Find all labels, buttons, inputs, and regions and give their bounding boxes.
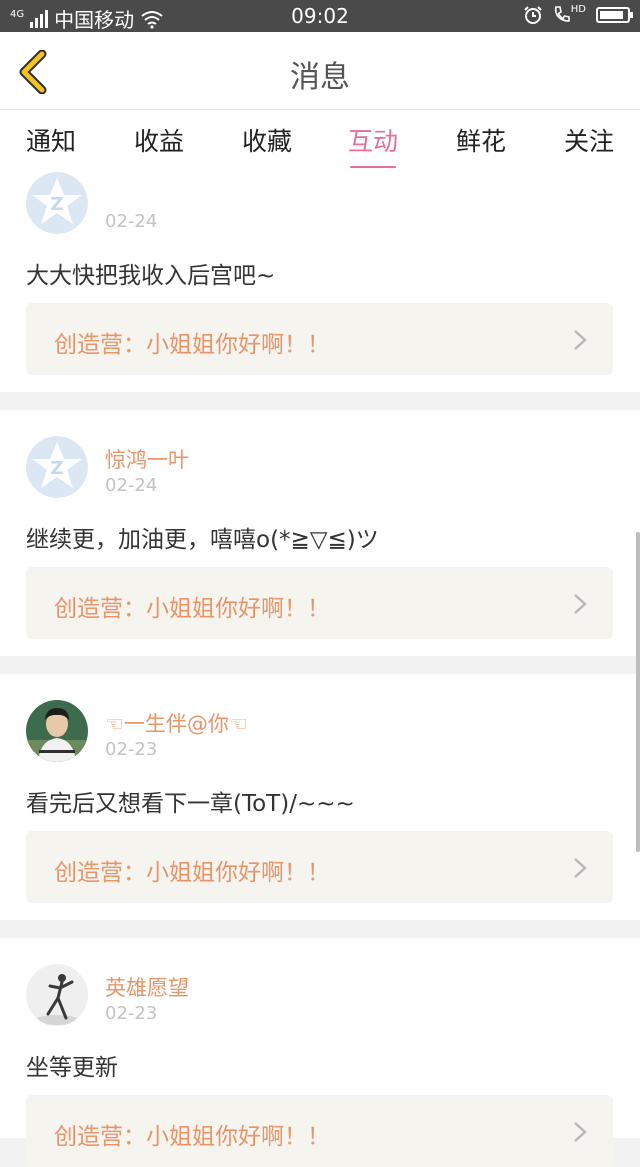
avatar[interactable]	[26, 700, 88, 762]
tab-favorites[interactable]: 收藏	[242, 122, 292, 158]
tab-follow[interactable]: 关注	[564, 122, 614, 158]
message-date: 02-23	[105, 1003, 158, 1024]
tab-interaction[interactable]: 互动	[348, 122, 398, 169]
battery-icon	[596, 7, 633, 23]
message-card: 英雄愿望 02-23 坐等更新 创造营：小姐姐你好啊！！	[0, 938, 640, 1167]
quoted-book-text: 创造营：小姐姐你好啊！！	[54, 1124, 330, 1150]
alarm-icon	[524, 6, 542, 24]
svg-text:Z: Z	[50, 194, 63, 215]
message-content: 坐等更新	[26, 1055, 118, 1081]
photo-avatar-boy-icon	[26, 700, 88, 762]
nickname[interactable]: 英雄愿望	[105, 972, 189, 1002]
avatar[interactable]: Z	[26, 436, 88, 498]
quoted-book-link[interactable]: 创造营：小姐姐你好啊！！	[26, 303, 613, 375]
nav-header: 消息	[0, 32, 640, 110]
qq-default-avatar-icon: Z	[26, 172, 88, 234]
message-date: 02-24	[105, 475, 158, 496]
quoted-book-text: 创造营：小姐姐你好啊！！	[54, 332, 330, 358]
chevron-right-icon	[574, 1122, 587, 1142]
tab-bar: 通知 收益 收藏 互动 鲜花 关注	[0, 110, 640, 169]
chevron-right-icon	[574, 330, 587, 350]
avatar[interactable]: Z	[26, 172, 88, 234]
message-card: Z 02-24 大大快把我收入后宫吧~ 创造营：小姐姐你好啊！！	[0, 168, 640, 392]
message-card: Z 惊鸿一叶 02-24 继续更，加油更，嘻嘻o(*≧▽≦)ツ 创造营：小姐姐你…	[0, 410, 640, 656]
chevron-right-icon	[574, 594, 587, 614]
photo-avatar-dancer-icon	[26, 964, 88, 1026]
message-content: 大大快把我收入后宫吧~	[26, 263, 276, 289]
quoted-book-text: 创造营：小姐姐你好啊！！	[54, 596, 330, 622]
qq-default-avatar-icon: Z	[26, 436, 88, 498]
message-content: 看完后又想看下一章(ToT)/~~~	[26, 791, 355, 817]
avatar[interactable]	[26, 964, 88, 1026]
scrollbar[interactable]	[636, 532, 640, 852]
quoted-book-link[interactable]: 创造营：小姐姐你好啊！！	[26, 831, 613, 903]
quoted-book-text: 创造营：小姐姐你好啊！！	[54, 860, 330, 886]
message-card: ☜一生伴@你☜ 02-23 看完后又想看下一章(ToT)/~~~ 创造营：小姐姐…	[0, 674, 640, 920]
message-date: 02-23	[105, 739, 158, 760]
hd-call-icon: HD	[553, 5, 586, 25]
quoted-book-link[interactable]: 创造营：小姐姐你好啊！！	[26, 1095, 613, 1167]
quoted-book-link[interactable]: 创造营：小姐姐你好啊！！	[26, 567, 613, 639]
tab-income[interactable]: 收益	[134, 122, 184, 158]
tab-flowers[interactable]: 鲜花	[456, 122, 506, 158]
svg-text:Z: Z	[50, 458, 63, 479]
tab-notification[interactable]: 通知	[26, 122, 76, 158]
status-bar: 4G 中国移动 09:02 HD	[0, 0, 640, 32]
nickname[interactable]: 惊鸿一叶	[105, 444, 189, 474]
message-date: 02-24	[105, 211, 158, 232]
message-content: 继续更，加油更，嘻嘻o(*≧▽≦)ツ	[26, 527, 379, 553]
hd-label: HD	[570, 4, 586, 15]
status-right: HD	[523, 5, 633, 25]
chevron-right-icon	[574, 858, 587, 878]
nickname[interactable]: ☜一生伴@你☜	[105, 708, 248, 738]
page-title: 消息	[290, 60, 350, 95]
